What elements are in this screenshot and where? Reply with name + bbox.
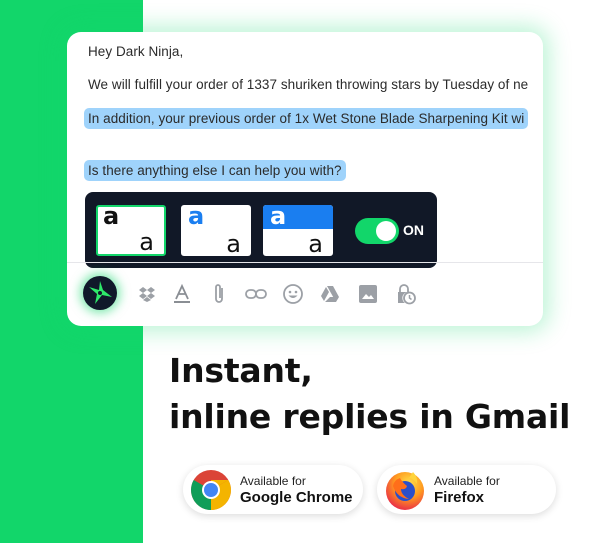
style-option-bold-black[interactable]: a a (96, 205, 166, 256)
style-sample-small: a (308, 230, 323, 256)
insert-link-button[interactable] (244, 282, 268, 306)
link-icon (245, 289, 267, 299)
ninja-star-button[interactable] (83, 276, 117, 310)
dropbox-button[interactable] (135, 282, 159, 306)
formatting-button[interactable] (170, 282, 194, 306)
emoji-button[interactable] (281, 282, 305, 306)
emoji-icon (283, 284, 303, 304)
schedule-send-icon (398, 284, 416, 305)
badge-available-text: Available for (240, 474, 306, 488)
style-sample-small: a (139, 228, 154, 256)
badge-available-text: Available for (434, 474, 500, 488)
highlighted-sentence[interactable]: In addition, your previous order of 1x W… (84, 108, 529, 129)
firefox-icon (386, 472, 424, 510)
google-drive-button[interactable] (318, 282, 342, 306)
text-format-icon (174, 284, 190, 303)
on-off-toggle[interactable] (355, 218, 399, 244)
compose-toolbar (67, 274, 543, 314)
reply-style-popup: a a a a a a ON (85, 192, 437, 268)
insert-photo-button[interactable] (356, 282, 380, 306)
badge-browser-name: Google Chrome (240, 489, 353, 506)
headline-line-2: inline replies in Gmail (169, 397, 571, 436)
chrome-store-badge[interactable]: Available for Google Chrome (183, 465, 363, 514)
style-sample-large: a (270, 205, 287, 230)
email-help-line[interactable]: Is there anything else I can help you wi… (84, 160, 346, 181)
email-previous-order-line[interactable]: In addition, your previous order of 1x W… (84, 108, 529, 129)
style-option-blue-text[interactable]: a a (181, 205, 251, 256)
email-greeting: Hey Dark Ninja, (88, 44, 184, 59)
compose-divider (67, 262, 543, 263)
style-sample-large: a (188, 205, 205, 230)
style-sample-large: a (103, 205, 120, 230)
toggle-knob (376, 221, 396, 241)
highlighted-sentence[interactable]: Is there anything else I can help you wi… (84, 160, 346, 181)
schedule-send-button[interactable] (393, 282, 417, 306)
style-option-blue-band[interactable]: a a (263, 205, 333, 256)
gmail-compose-card: Hey Dark Ninja, We will fulfill your ord… (67, 32, 543, 326)
google-drive-icon (321, 286, 339, 302)
headline-line-1: Instant, (169, 351, 313, 390)
dropbox-icon (139, 287, 155, 302)
headline: Instant, inline replies in Gmail (169, 348, 570, 440)
attachment-icon (215, 284, 223, 303)
style-sample-small: a (226, 230, 241, 256)
email-order-line: We will fulfill your order of 1337 shuri… (88, 77, 529, 92)
toggle-label: ON (403, 222, 424, 238)
ninja-star-icon (89, 281, 112, 304)
photo-icon (359, 285, 377, 303)
chrome-icon (191, 470, 231, 510)
attach-button[interactable] (207, 282, 231, 306)
badge-browser-name: Firefox (434, 489, 485, 506)
firefox-addons-badge[interactable]: Available for Firefox (377, 465, 556, 514)
